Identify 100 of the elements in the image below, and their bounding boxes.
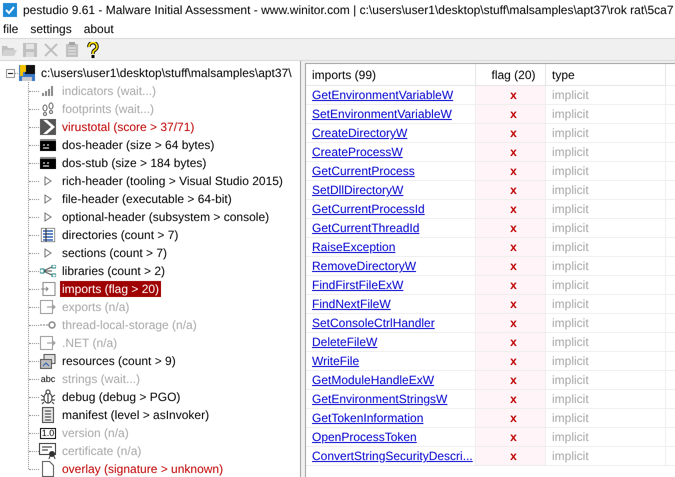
flag-mark: x [510,164,517,178]
table-cell: implicit [552,354,589,368]
function-link[interactable]: GetEnvironmentStringsW [312,392,448,406]
icon-label: abc [40,374,56,384]
table-cell: implicit [552,145,589,159]
table-cell: implicit [552,411,589,425]
tree-item[interactable]: c:\users\user1\desktop\stuff\malsamples\apt37\ [39,65,294,81]
table-cell: implicit [552,297,589,311]
tree-item[interactable]: debug (debug > PGO) [60,389,182,405]
export-icon [40,300,56,314]
flag-mark: x [510,316,517,330]
table-cell: implicit [552,392,589,406]
collapse-toggle[interactable] [6,68,15,78]
tree-item[interactable]: rich-header (tooling > Visual Studio 2015) [60,173,285,189]
function-link[interactable]: DeleteFileW [312,335,378,349]
function-link[interactable]: ConvertStringSecurityDescri... [312,449,473,463]
resources-icon [40,354,56,368]
document-icon [41,407,55,423]
table-cell: implicit [552,278,589,292]
triangle-icon [44,248,52,258]
function-link[interactable]: RaiseException [312,240,396,254]
toolbar-button[interactable] [85,42,101,58]
table-cell: implicit [552,449,589,463]
flag-mark: x [510,373,517,387]
flag-mark: x [510,183,517,197]
flag-mark: x [510,335,517,349]
tree-item[interactable]: overlay (signature > unknown) [60,461,226,477]
function-link[interactable]: RemoveDirectoryW [312,259,416,273]
flag-mark: x [510,240,517,254]
flag-mark: x [510,126,517,140]
function-link[interactable]: FindNextFileW [312,297,391,311]
function-link[interactable]: GetCurrentProcess [312,164,415,178]
footprints-icon [42,102,54,116]
file-icon [18,64,36,82]
flag-mark: x [510,449,517,463]
function-link[interactable]: GetModuleHandleExW [312,373,434,387]
table-icon [41,228,55,242]
icon-label: 1.0 [40,428,56,438]
bug-icon [40,389,56,405]
function-link[interactable]: OpenProcessToken [312,430,417,444]
table-cell: implicit [552,88,589,102]
function-link[interactable]: SetEnvironmentVariableW [312,107,452,121]
flag-mark: x [510,297,517,311]
checkmark-icon [3,2,17,16]
export-icon [40,336,56,350]
table-cell: implicit [552,221,589,235]
close-icon [44,42,58,56]
help-icon [87,42,99,58]
save-icon [23,42,37,56]
table-cell: implicit [552,183,589,197]
flag-mark: x [510,354,517,368]
tree-item[interactable]: file-header (executable > 64-bit) [60,191,234,207]
tree-item[interactable]: libraries (count > 2) [60,263,168,279]
clipboard-icon [66,42,78,57]
tree-item[interactable]: dos-header (size > 64 bytes) [60,137,216,153]
bar-chart-icon [42,86,54,96]
import-icon [40,282,56,296]
flag-mark: x [510,202,517,216]
table-cell: implicit [552,373,589,387]
table-cell: implicit [552,126,589,140]
tree-item[interactable]: resources (count > 9) [60,353,178,369]
flag-mark: x [510,107,517,121]
table-cell: implicit [552,240,589,254]
table-cell: implicit [552,164,589,178]
flag-mark: x [510,430,517,444]
function-link[interactable]: CreateProcessW [312,145,403,159]
function-link[interactable]: SetDllDirectoryW [312,183,404,197]
flag-mark: x [510,392,517,406]
tree-item[interactable]: manifest (level > asInvoker) [60,407,212,423]
flag-mark: x [510,411,517,425]
table-cell: implicit [552,202,589,216]
menu-item[interactable]: settings [30,22,72,36]
table-cell: implicit [552,430,589,444]
tree-item[interactable]: virustotal (score > 37/71) [60,119,196,135]
flag-mark: x [510,278,517,292]
table-cell: implicit [552,259,589,273]
function-link[interactable]: CreateDirectoryW [312,126,408,140]
tree-item[interactable]: dos-stub (size > 184 bytes) [60,155,208,171]
tree-item[interactable]: directories (count > 7) [60,227,180,243]
certificate-icon [39,443,57,459]
flag-mark: x [510,259,517,273]
tree-item[interactable]: optional-header (subsystem > console) [60,209,272,225]
function-link[interactable]: GetCurrentProcessId [312,202,425,216]
function-link[interactable]: GetCurrentThreadId [312,221,420,235]
window-title: pestudio 9.61 - Malware Initial Assessment - www.winitor.com | c:\users\user1\desktop\stuff\malsamples\apt37\rok rat\5ca7 [23,2,674,16]
function-link[interactable]: SetConsoleCtrlHandler [312,316,435,330]
flag-mark: x [510,88,517,102]
function-link[interactable]: GetTokenInformation [312,411,424,425]
flag-mark: x [510,145,517,159]
function-link[interactable]: FindFirstFileExW [312,278,404,292]
function-link[interactable]: GetEnvironmentVariableW [312,88,454,102]
tree-item[interactable]: imports (flag > 20) [60,281,162,297]
table-cell: implicit [552,316,589,330]
flag-mark: x [510,221,517,235]
table-cell: implicit [552,107,589,121]
menu-item[interactable]: file [3,22,18,36]
network-icon [40,265,56,277]
tree-item[interactable]: sections (count > 7) [60,245,170,261]
menu-item[interactable]: about [84,22,114,36]
function-link[interactable]: WriteFile [312,354,360,368]
